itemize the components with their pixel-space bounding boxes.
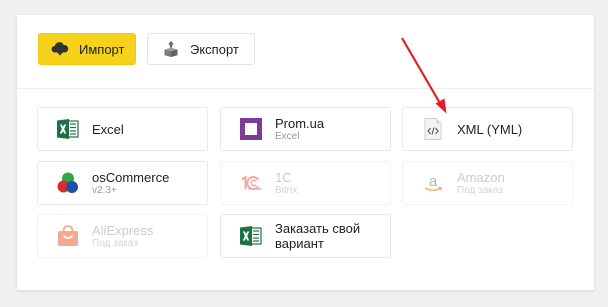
import-card-excel[interactable]: Excel — [37, 107, 208, 151]
card-title: AliExpress — [92, 223, 154, 238]
import-card-prom-ua[interactable]: Prom.ua Excel — [220, 107, 391, 151]
import-card-amazon[interactable]: a Amazon Под заказ — [402, 161, 573, 205]
card-subtitle: Bitrix — [275, 185, 298, 196]
card-title: Prom.ua — [275, 116, 325, 131]
import-button[interactable]: Импорт — [38, 33, 136, 65]
card-title: Excel — [92, 121, 124, 137]
cloud-download-icon — [51, 40, 69, 58]
card-title: XML (YML) — [457, 121, 523, 137]
card-title: 1С — [275, 170, 292, 185]
card-subtitle: Под заказ — [92, 238, 138, 249]
divider — [17, 88, 594, 89]
card-title: Заказать свой вариант — [275, 221, 361, 251]
import-card-custom-request[interactable]: Заказать свой вариант — [220, 214, 391, 258]
import-card-aliexpress[interactable]: AliExpress Под заказ — [37, 214, 208, 258]
aliexpress-icon — [57, 225, 79, 247]
excel-icon — [57, 118, 79, 140]
svg-text:a: a — [429, 173, 438, 190]
card-subtitle: Excel — [275, 131, 300, 142]
import-card-xml-yml[interactable]: XML (YML) — [402, 107, 573, 151]
box-upload-icon — [162, 40, 180, 58]
excel-icon — [240, 225, 262, 247]
export-button-label: Экспорт — [190, 41, 239, 57]
export-button[interactable]: Экспорт — [147, 33, 255, 65]
import-button-label: Импорт — [79, 41, 125, 57]
xml-file-icon — [422, 118, 444, 140]
import-card-1c[interactable]: 1С Bitrix — [220, 161, 391, 205]
import-panel: Импорт Экспорт Excel Prom.ua Excel XML (… — [17, 15, 594, 290]
amazon-icon: a — [422, 172, 444, 194]
card-subtitle: Под заказ — [457, 185, 503, 196]
card-subtitle: v2.3+ — [92, 185, 117, 196]
prom-ua-icon — [240, 118, 262, 140]
1c-icon — [240, 172, 262, 194]
card-title: osCommerce — [92, 170, 170, 185]
oscommerce-icon — [57, 172, 79, 194]
card-title: Amazon — [457, 170, 505, 185]
import-card-oscommerce[interactable]: osCommerce v2.3+ — [37, 161, 208, 205]
